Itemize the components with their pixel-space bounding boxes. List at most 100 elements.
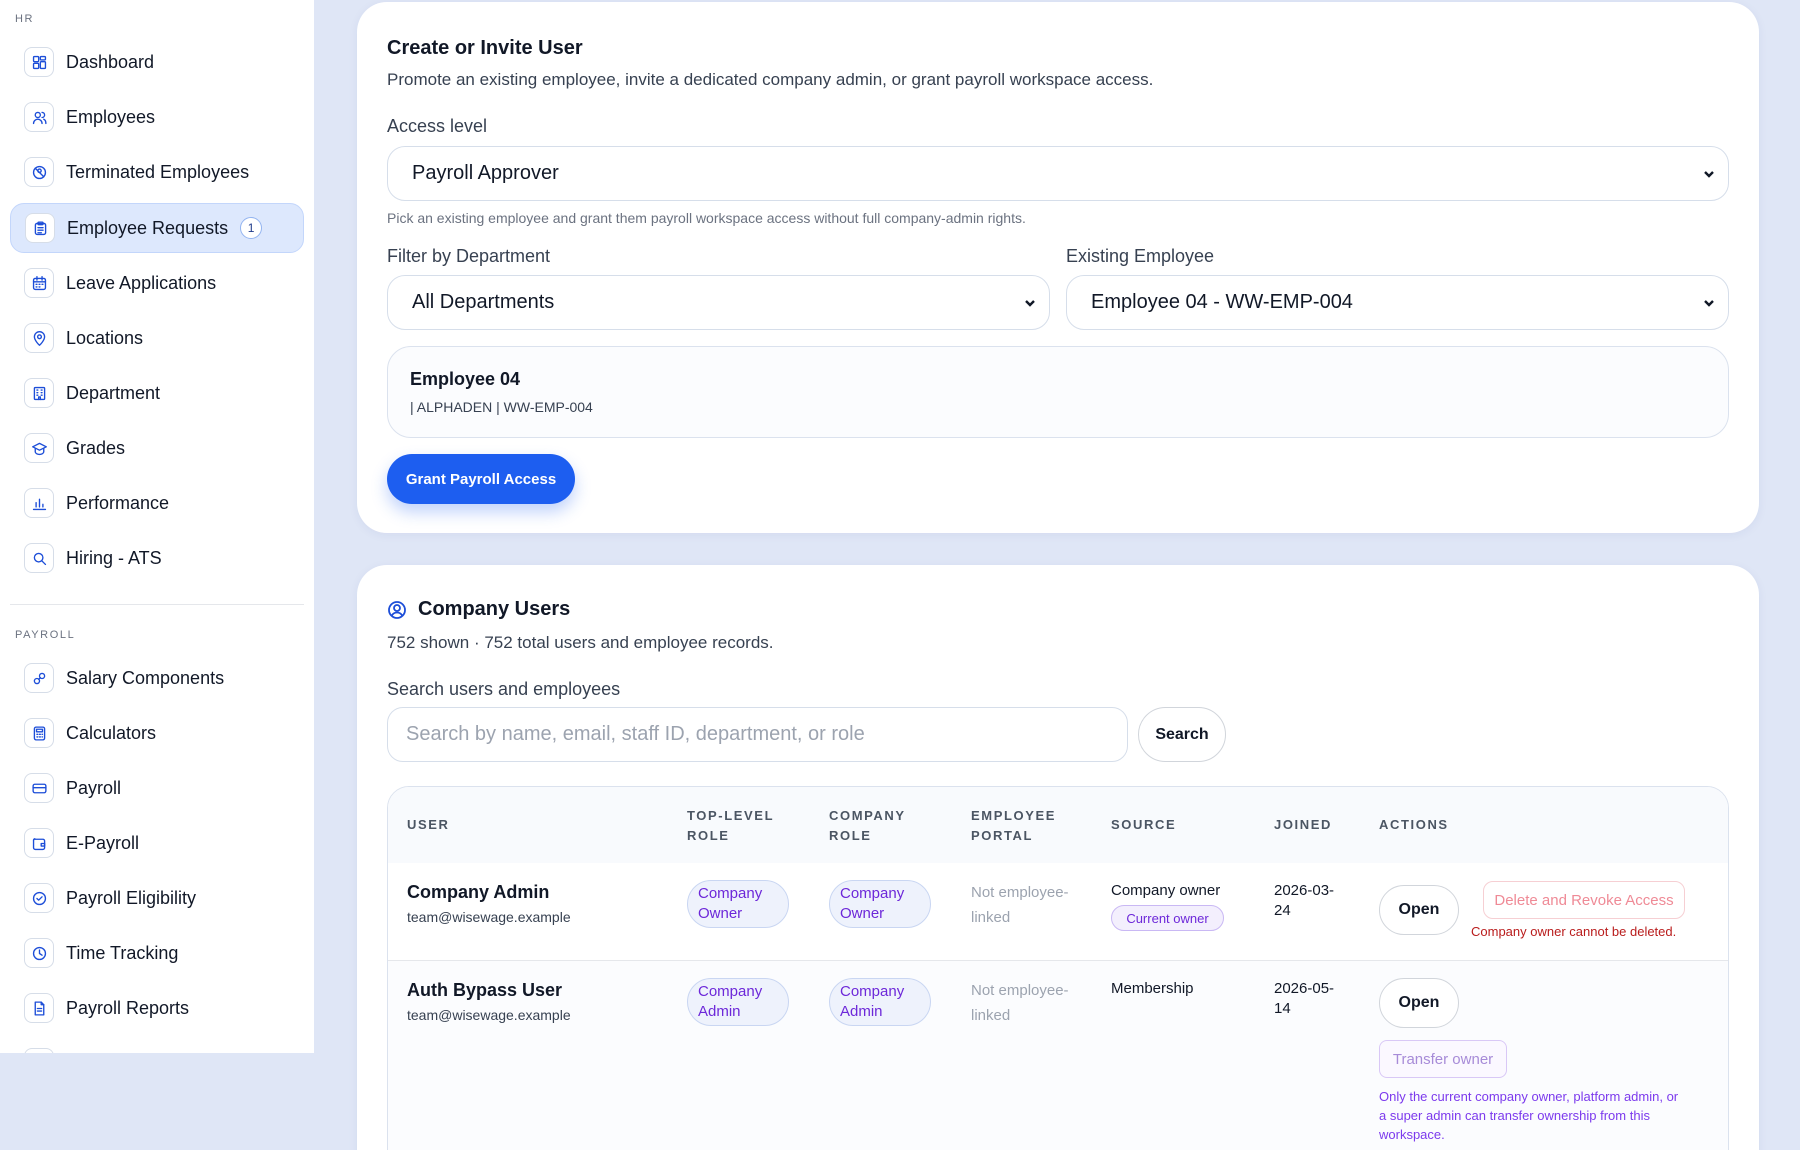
selected-employee-meta: | ALPHADEN | WW-EMP-004 [410, 399, 593, 415]
sidebar-item-department[interactable]: Department [10, 368, 304, 418]
user-cell: Auth Bypass User team@wisewage.example [407, 980, 571, 1023]
badge-line: Admin [698, 1003, 741, 1020]
date-line: 24 [1274, 902, 1291, 919]
sidebar-item-performance[interactable]: Performance [10, 478, 304, 528]
credit-card-icon [24, 773, 54, 803]
badge-line: Company [698, 885, 763, 902]
status-line: linked [971, 1007, 1011, 1024]
calendar-icon [24, 268, 54, 298]
sidebar-item-terminated-employees[interactable]: Terminated Employees [10, 147, 304, 197]
sidebar-item-label: Employee Requests [67, 217, 229, 238]
access-level-select[interactable]: Payroll Approver [387, 146, 1729, 201]
card-title: Company Users [418, 598, 571, 620]
note-line: Only the current company owner, platform… [1379, 1089, 1679, 1104]
sidebar-item-label: Hiring - ATS [66, 547, 162, 568]
sidebar-item-label: E-Payroll [66, 832, 140, 853]
sidebar-item-employee-requests[interactable]: Employee Requests 1 [10, 203, 304, 253]
badge-line: Owner [840, 905, 885, 922]
delete-note: Company owner cannot be deleted. [1471, 924, 1677, 939]
users-table: USER TOP-LEVEL ROLE COMPANY ROLE EMPLOYE… [387, 786, 1729, 1150]
section-label-hr: HR [15, 13, 35, 25]
search-label: Search users and employees [387, 679, 621, 699]
users-summary: 752 shown · 752 total users and employee… [387, 633, 774, 652]
sidebar-item-locations[interactable]: Locations [10, 313, 304, 363]
sidebar-item-hiring-ats[interactable]: Hiring - ATS [10, 533, 304, 583]
header-line: ROLE [829, 828, 872, 843]
sidebar-item-label: Payroll [66, 777, 122, 798]
existing-employee-label: Existing Employee [1066, 246, 1215, 266]
sidebar-item-salary-components[interactable]: Salary Components [10, 653, 304, 703]
table-row: Company Admin team@wisewage.example Comp… [388, 863, 1728, 961]
access-hint: Pick an existing employee and grant them… [387, 210, 1026, 226]
badge-line: Owner [698, 905, 743, 922]
company-role-badge: Company Admin [829, 978, 931, 1026]
wallet-icon [24, 828, 54, 858]
sidebar-item-payroll-eligibility[interactable]: Payroll Eligibility [10, 873, 304, 923]
sidebar-item-label: Calculators [66, 722, 157, 743]
badge-line: Company [698, 983, 763, 1000]
column-header-user: USER [407, 817, 450, 832]
search-button[interactable]: Search [1138, 707, 1226, 762]
sidebar-item-label: Locations [66, 327, 144, 348]
sidebar-item-grades[interactable]: Grades [10, 423, 304, 473]
sidebar-item-label: Department [66, 382, 161, 403]
column-header-employee-portal: EMPLOYEE PORTAL [971, 806, 1056, 846]
transfer-owner-button[interactable]: Transfer owner [1379, 1040, 1507, 1078]
components-icon [24, 663, 54, 693]
grant-payroll-access-button[interactable]: Grant Payroll Access [387, 454, 575, 504]
access-level-label: Access level [387, 116, 488, 136]
badge-line: Admin [840, 1003, 883, 1020]
chevron-down-icon [1704, 299, 1714, 307]
sidebar-item-partial[interactable] [10, 1038, 304, 1053]
selected-employee-card: Employee 04 | ALPHADEN | WW-EMP-004 [387, 346, 1729, 438]
sidebar-item-label: Dashboard [66, 51, 155, 72]
sidebar-item-employees[interactable]: Employees [10, 92, 304, 142]
sidebar-item-label: Grades [66, 437, 126, 458]
status-line: linked [971, 909, 1011, 926]
company-users-card: Company Users 752 shown · 752 total user… [357, 565, 1759, 1150]
sidebar-item-label: Salary Components [66, 667, 225, 688]
note-line: a super admin can transfer ownership fro… [1379, 1108, 1650, 1123]
sidebar-item-e-payroll[interactable]: E-Payroll [10, 818, 304, 868]
column-header-company-role: COMPANY ROLE [829, 806, 906, 846]
sidebar: HR Dashboard Employees Terminated Employ… [0, 0, 314, 1053]
column-header-actions: ACTIONS [1379, 817, 1449, 832]
building-icon [24, 378, 54, 408]
header-line: ROLE [687, 828, 730, 843]
graduation-cap-icon [24, 433, 54, 463]
header-line: EMPLOYEE [971, 808, 1057, 823]
sidebar-item-time-tracking[interactable]: Time Tracking [10, 928, 304, 978]
open-user-button[interactable]: Open [1379, 885, 1459, 935]
select-value: Employee 04 - WW-EMP-004 [1091, 291, 1353, 313]
check-circle-icon [24, 883, 54, 913]
user-circle-icon [388, 600, 406, 619]
search-input[interactable] [387, 707, 1128, 762]
table-row: Auth Bypass User team@wisewage.example C… [388, 961, 1728, 1150]
existing-employee-select[interactable]: Employee 04 - WW-EMP-004 [1066, 275, 1729, 330]
sidebar-item-label: Payroll Reports [66, 997, 190, 1018]
select-value: All Departments [412, 291, 555, 313]
department-filter-select[interactable]: All Departments [387, 275, 1050, 330]
user-email: team@wisewage.example [407, 1007, 571, 1023]
notification-badge: 1 [240, 217, 263, 239]
user-email: team@wisewage.example [407, 909, 571, 925]
note-line: workspace. [1379, 1127, 1445, 1142]
sidebar-item-payroll[interactable]: Payroll [10, 763, 304, 813]
sidebar-item-label: Performance [66, 492, 170, 513]
user-off-icon [24, 157, 54, 187]
sidebar-item-label: Leave Applications [66, 272, 217, 293]
open-user-button[interactable]: Open [1379, 978, 1459, 1028]
dashboard-icon [24, 47, 54, 77]
sidebar-item-payroll-reports[interactable]: Payroll Reports [10, 983, 304, 1033]
search-icon [24, 543, 54, 573]
sidebar-item-leave-applications[interactable]: Leave Applications [10, 258, 304, 308]
card-title: Create or Invite User [387, 37, 583, 59]
sidebar-item-calculators[interactable]: Calculators [10, 708, 304, 758]
department-filter-label: Filter by Department [387, 246, 551, 266]
sidebar-item-dashboard[interactable]: Dashboard [10, 37, 304, 87]
delete-revoke-access-button[interactable]: Delete and Revoke Access [1483, 881, 1685, 919]
user-name: Auth Bypass User [407, 980, 563, 1000]
header-line: TOP-LEVEL [687, 808, 775, 823]
sidebar-item-label: Time Tracking [66, 942, 179, 963]
column-header-source: SOURCE [1111, 817, 1177, 832]
